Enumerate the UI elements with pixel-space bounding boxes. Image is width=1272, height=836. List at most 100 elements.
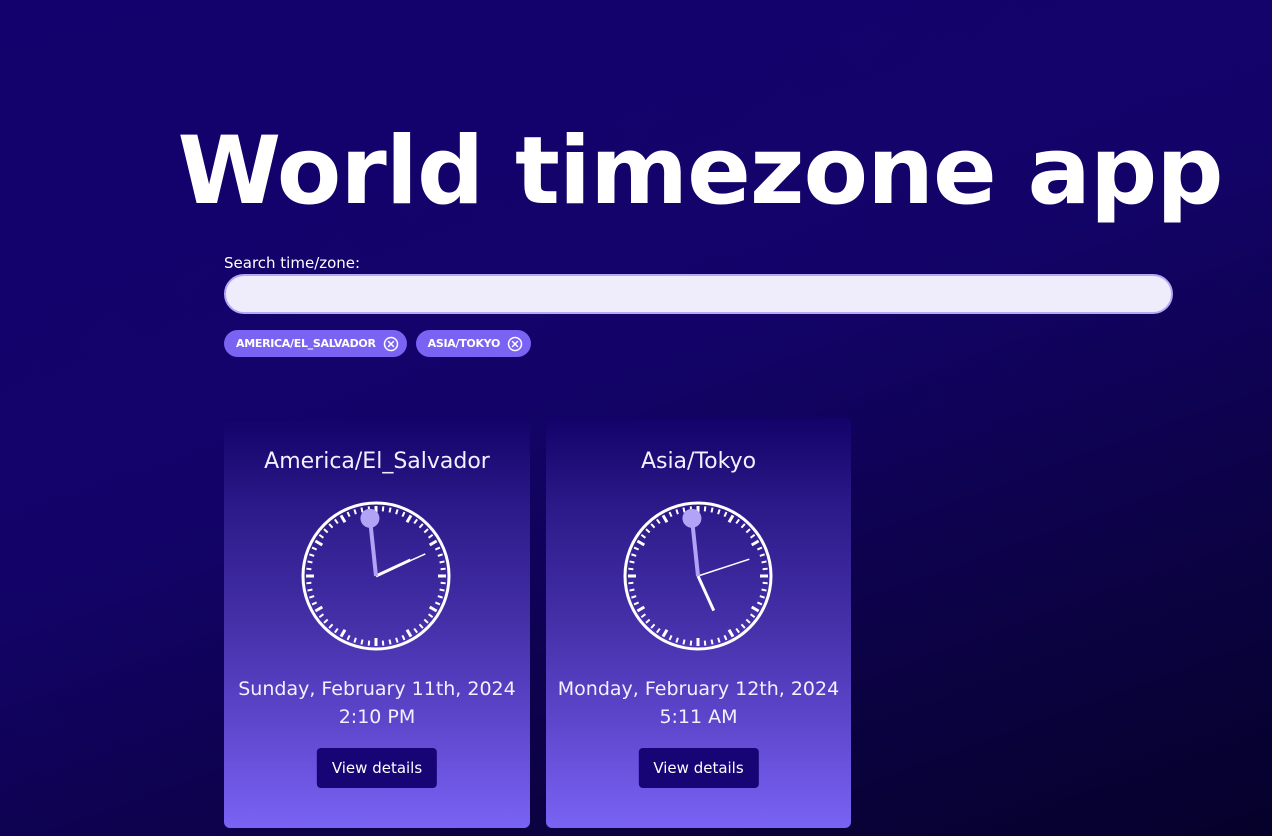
clock-tick: [395, 637, 399, 643]
clock-tick: [650, 623, 656, 629]
clock-tick: [339, 628, 347, 638]
clock-tick: [367, 640, 371, 646]
clock-tick: [360, 639, 364, 645]
clock-tick: [682, 639, 686, 645]
close-circle-icon[interactable]: [507, 336, 523, 352]
clock-tick: [440, 581, 446, 585]
clock-tick: [334, 518, 339, 525]
view-details-button[interactable]: View details: [638, 748, 759, 788]
close-circle-icon[interactable]: [383, 336, 399, 352]
clock-tick: [750, 539, 760, 547]
clock-tick: [434, 601, 441, 606]
clock-tick: [631, 553, 637, 557]
view-details-button[interactable]: View details: [316, 748, 438, 788]
clock-tick: [339, 514, 347, 524]
clock-tick: [656, 518, 661, 525]
clock-tick: [395, 509, 399, 515]
clock-tick: [418, 523, 424, 529]
clock-tick: [346, 634, 351, 641]
clock-tick: [628, 581, 634, 585]
search-input[interactable]: [224, 274, 1173, 314]
clock-tick: [723, 511, 728, 518]
clock-tick: [636, 539, 646, 547]
clock-tick: [631, 595, 637, 599]
clock-tick: [401, 511, 406, 518]
clock-tick: [629, 588, 635, 592]
clock-tick: [360, 507, 364, 513]
clock-tick: [428, 605, 438, 613]
clock-tick: [710, 507, 714, 513]
analog-clock-icon: [623, 501, 773, 651]
clock-tick: [311, 601, 318, 606]
clock-tick: [727, 628, 735, 638]
clock-tick: [759, 595, 765, 599]
card-date: Monday, February 12th, 2024: [557, 678, 840, 700]
minute-hand: [697, 558, 750, 577]
clock-tick: [640, 613, 647, 618]
clock-tick: [423, 618, 429, 624]
clock-tick: [437, 553, 443, 557]
card-zone-title: Asia/Tokyo: [640, 449, 757, 474]
clock-tick: [427, 534, 434, 539]
clock-tick: [668, 634, 673, 641]
clock-tick: [323, 618, 329, 624]
clock-tick: [761, 560, 767, 564]
clock-tick: [346, 511, 351, 518]
clock-tick: [656, 627, 661, 634]
clock-tick: [418, 623, 424, 629]
clock-tick: [628, 567, 634, 571]
clock-tick: [717, 637, 721, 643]
clock-tick: [328, 523, 334, 529]
analog-clock-icon: [301, 501, 451, 651]
clock-tick: [675, 637, 679, 643]
clock-tick: [440, 567, 446, 571]
zone-chip-asia-tokyo: ASIA/TOKYO: [415, 330, 532, 357]
clock-tick: [307, 588, 313, 592]
clock-tick: [311, 546, 318, 551]
clock-tick: [756, 546, 763, 551]
clock-tick: [735, 627, 740, 634]
clock-tick: [381, 506, 385, 512]
clock-tick: [717, 509, 721, 515]
clock-tick: [661, 514, 669, 524]
clock-tick: [309, 595, 315, 599]
clock-tick: [668, 511, 673, 518]
clock-tick: [650, 523, 656, 529]
chip-label: ASIA/TOKYO: [427, 337, 501, 350]
clock-tick: [328, 623, 334, 629]
search-label: Search time/zone:: [224, 254, 361, 272]
zone-chip-america-el-salvador: AMERICA/EL_SALVADOR: [224, 330, 407, 357]
clock-tick: [314, 539, 324, 547]
card-time: 2:10 PM: [338, 706, 416, 728]
clock-tick: [661, 628, 669, 638]
chip-label: AMERICA/EL_SALVADOR: [236, 337, 376, 350]
clock-tick: [388, 507, 392, 513]
clock-tick: [749, 534, 756, 539]
clock-tick: [750, 605, 760, 613]
clock-tick: [703, 506, 707, 512]
card-zone-title: America/El_Salvador: [264, 449, 490, 474]
clock-tick: [735, 518, 740, 525]
page-title: World timezone app: [177, 117, 1223, 226]
clock-tick: [413, 627, 418, 634]
clock-tick: [334, 627, 339, 634]
clock-tick: [423, 528, 429, 534]
clock-tick: [749, 613, 756, 618]
clock-tick: [413, 518, 418, 525]
clock-tick: [762, 567, 768, 571]
clock-tick: [323, 528, 329, 534]
timezone-card-asia-tokyo: Asia/Tokyo Monday, February 12th, 2024 5…: [546, 418, 851, 828]
clock-tick: [434, 546, 441, 551]
clock-tick: [640, 534, 647, 539]
timezone-card-america-el-salvador: America/El_Salvador Sunday, February 11t…: [224, 418, 530, 828]
clock-tick: [428, 539, 438, 547]
selected-zones: AMERICA/EL_SALVADOR ASIA/TOKYO: [224, 330, 532, 357]
clock-tick: [388, 639, 392, 645]
clock-tick: [723, 634, 728, 641]
clock-tick: [645, 618, 651, 624]
clock-tick: [353, 509, 357, 515]
minute-hand: [375, 553, 426, 577]
clock-tick: [353, 637, 357, 643]
clock-tick: [762, 581, 768, 585]
clock-tick: [633, 546, 640, 551]
